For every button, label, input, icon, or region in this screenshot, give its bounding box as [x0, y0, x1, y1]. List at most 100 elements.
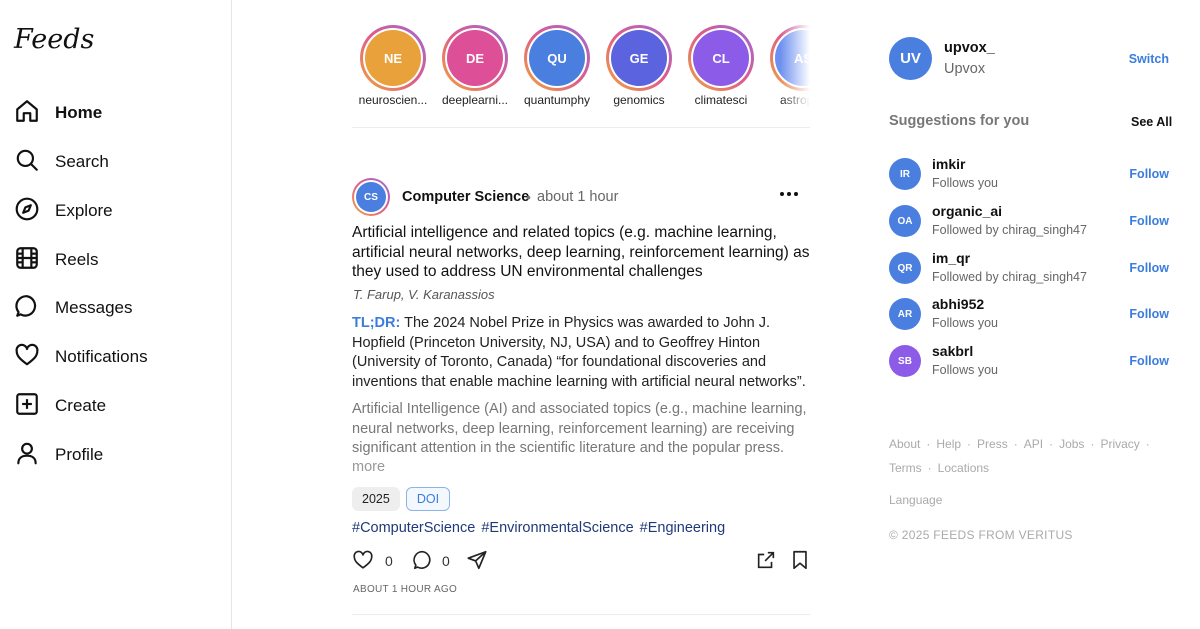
- suggestion-sub: Follows you: [932, 176, 998, 190]
- footer-link-locations[interactable]: Locations: [938, 461, 989, 475]
- compass-icon: [14, 196, 40, 227]
- story-item[interactable]: QU quantumphy: [516, 22, 598, 107]
- suggestion-name[interactable]: abhi952: [932, 296, 984, 312]
- like-button[interactable]: [352, 549, 374, 576]
- story-item[interactable]: CL climatesci: [680, 22, 762, 107]
- story-ring: QU: [524, 25, 590, 91]
- post-author[interactable]: Computer Science: [402, 189, 529, 205]
- story-label: deeplearni...: [441, 93, 509, 107]
- see-all-button[interactable]: See All: [1131, 115, 1172, 129]
- suggestion-item: SB sakbrl Follows you Follow: [889, 343, 1171, 379]
- suggestion-item: AR abhi952 Follows you Follow: [889, 296, 1171, 332]
- footer-link-press[interactable]: Press: [977, 437, 1008, 451]
- avatar: NE: [365, 30, 421, 86]
- hashtag-link[interactable]: #Engineering: [640, 520, 725, 536]
- story-item[interactable]: NE neuroscien...: [352, 22, 434, 107]
- suggestion-sub: Followed by chirag_singh47: [932, 223, 1087, 237]
- footer-link-privacy[interactable]: Privacy: [1100, 437, 1139, 451]
- avatar[interactable]: IR: [889, 158, 921, 190]
- suggestion-item: QR im_qr Followed by chirag_singh47 Foll…: [889, 250, 1171, 286]
- avatar: QU: [529, 30, 585, 86]
- nav-item-notifications[interactable]: Notifications: [14, 340, 148, 374]
- share-button[interactable]: [466, 549, 488, 576]
- nav-label: Messages: [55, 298, 133, 317]
- more-options-icon[interactable]: [776, 188, 802, 200]
- language-selector[interactable]: Language: [889, 493, 942, 507]
- post-abstract: Artificial Intelligence (AI) and associa…: [352, 400, 814, 478]
- follow-button[interactable]: Follow: [1129, 214, 1169, 228]
- suggestions-title: Suggestions for you: [889, 113, 1030, 129]
- nav-item-home[interactable]: Home: [14, 96, 102, 130]
- avatar[interactable]: SB: [889, 345, 921, 377]
- stories-fade: [780, 22, 810, 126]
- bookmark-icon: [793, 550, 807, 570]
- footer-separator: ·: [1049, 437, 1054, 451]
- suggestion-sub: Followed by chirag_singh47: [932, 270, 1087, 284]
- avatar[interactable]: AR: [889, 298, 921, 330]
- nav-item-search[interactable]: Search: [14, 145, 109, 179]
- comment-button[interactable]: [412, 549, 434, 576]
- follow-button[interactable]: Follow: [1129, 261, 1169, 275]
- hashtags: #ComputerScience #EnvironmentalScience #…: [352, 520, 725, 536]
- tldr-label: TL;DR:: [352, 315, 401, 331]
- avatar[interactable]: QR: [889, 252, 921, 284]
- nav-item-explore[interactable]: Explore: [14, 194, 113, 228]
- story-item[interactable]: GE genomics: [598, 22, 680, 107]
- footer-link-help[interactable]: Help: [936, 437, 961, 451]
- hashtag-link[interactable]: #ComputerScience: [352, 520, 475, 536]
- story-ring: GE: [606, 25, 672, 91]
- switch-button[interactable]: Switch: [1129, 52, 1169, 66]
- follow-button[interactable]: Follow: [1129, 167, 1169, 181]
- avatar: CL: [693, 30, 749, 86]
- post-actions: 0 0: [352, 549, 812, 575]
- footer-link-about[interactable]: About: [889, 437, 920, 451]
- user-icon: [14, 440, 40, 471]
- suggestion-name[interactable]: organic_ai: [932, 203, 1002, 219]
- nav-item-reels[interactable]: Reels: [14, 243, 98, 277]
- search-icon: [14, 147, 40, 178]
- like-count: 0: [385, 553, 393, 569]
- nav-item-profile[interactable]: Profile: [14, 438, 103, 472]
- story-label: genomics: [613, 93, 665, 107]
- separator-dot: •: [526, 189, 531, 205]
- current-user: UV upvox_ Upvox Switch: [889, 37, 1171, 81]
- post-title[interactable]: Artificial intelligence and related topi…: [352, 223, 812, 282]
- follow-button[interactable]: Follow: [1129, 307, 1169, 321]
- story-ring: NE: [360, 25, 426, 91]
- comment-icon: [413, 550, 431, 570]
- nav-item-messages[interactable]: Messages: [14, 291, 132, 325]
- more-link[interactable]: more: [352, 459, 385, 475]
- suggestion-name[interactable]: sakbrl: [932, 343, 973, 359]
- story-label: quantumphy: [523, 93, 591, 107]
- story-ring: CL: [688, 25, 754, 91]
- app-logo[interactable]: Feeds: [14, 24, 94, 55]
- avatar[interactable]: OA: [889, 205, 921, 237]
- avatar[interactable]: UV: [889, 37, 932, 80]
- suggestion-item: OA organic_ai Followed by chirag_singh47…: [889, 203, 1171, 239]
- story-ring: DE: [442, 25, 508, 91]
- suggestion-sub: Follows you: [932, 316, 998, 330]
- nav-label: Reels: [55, 250, 99, 269]
- avatar[interactable]: CS: [352, 178, 390, 216]
- footer-link-terms[interactable]: Terms: [889, 461, 922, 475]
- follow-button[interactable]: Follow: [1129, 354, 1169, 368]
- doi-button[interactable]: DOI: [405, 487, 451, 511]
- bookmark-button[interactable]: [789, 549, 811, 576]
- hashtag-link[interactable]: #EnvironmentalScience: [481, 520, 633, 536]
- suggestion-name[interactable]: imkir: [932, 156, 965, 172]
- nav-item-create[interactable]: Create: [14, 389, 106, 423]
- suggestion-name[interactable]: im_qr: [932, 250, 970, 266]
- message-icon: [14, 293, 40, 324]
- open-external-button[interactable]: [755, 549, 777, 576]
- post-tldr: TL;DR: The 2024 Nobel Prize in Physics w…: [352, 314, 812, 392]
- footer-separator: ·: [1145, 437, 1150, 451]
- heart-icon: [353, 550, 373, 569]
- suggestion-sub: Follows you: [932, 363, 998, 377]
- post-time: about 1 hour: [537, 189, 619, 205]
- footer-link-jobs[interactable]: Jobs: [1059, 437, 1084, 451]
- reels-icon: [14, 245, 40, 276]
- me-username[interactable]: upvox_: [944, 40, 995, 56]
- footer-link-api[interactable]: API: [1024, 437, 1043, 451]
- stories-bar: NE neuroscien... DE deeplearni... QU qua…: [352, 22, 810, 126]
- story-item[interactable]: DE deeplearni...: [434, 22, 516, 107]
